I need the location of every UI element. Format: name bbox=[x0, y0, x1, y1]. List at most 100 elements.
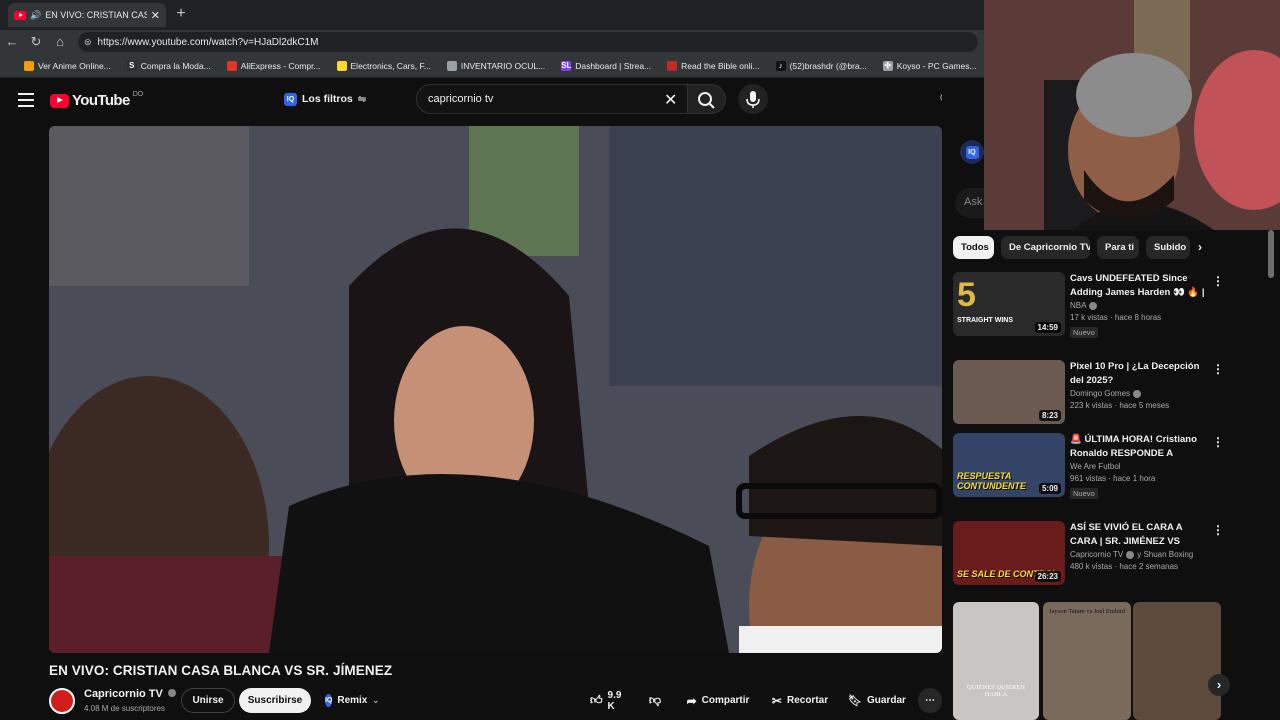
share-label: Compartir bbox=[701, 695, 750, 706]
bookmark-label: Compra la Moda... bbox=[140, 60, 211, 71]
channel-name[interactable]: Capricornio TV bbox=[84, 688, 176, 700]
filters-label: Los filtros bbox=[302, 93, 353, 105]
recommendation-item[interactable]: 5 STRAIGHT WINS 14:59 Cavs UNDEFEATED Since… bbox=[953, 272, 1253, 346]
video-title[interactable]: ASÍ SE VIVIÓ EL CARA A CARA | SR. JIMÉNE… bbox=[1070, 521, 1210, 548]
speaker-icon[interactable]: 🔊 bbox=[30, 10, 41, 21]
share-button[interactable]: ➦ Compartir bbox=[678, 688, 758, 713]
search-input[interactable]: capricornio tv bbox=[416, 84, 688, 114]
verified-icon bbox=[1089, 301, 1098, 310]
video-title[interactable]: 🚨 ÚLTIMA HORA! Cristiano Ronaldo RESPOND… bbox=[1070, 433, 1210, 460]
search-button[interactable] bbox=[688, 84, 726, 114]
chip-0[interactable]: Todos bbox=[953, 236, 994, 259]
country-code: DO bbox=[132, 91, 144, 98]
save-button[interactable]: 🔖︎ Guardar bbox=[842, 688, 912, 713]
video-thumbnail[interactable]: 8:23 bbox=[953, 360, 1065, 424]
channel-name: We Are Futbol bbox=[1070, 462, 1121, 471]
channel-line[interactable]: We Are Futbol bbox=[1070, 462, 1210, 471]
more-options-icon[interactable]: ⋮ bbox=[1212, 435, 1224, 449]
remix-button[interactable]: IQ Remix ⌄ bbox=[317, 688, 387, 713]
bookmark-item[interactable]: ♪ (52)brashdr (@bra... bbox=[775, 60, 867, 71]
channel-line[interactable]: NBA bbox=[1070, 301, 1210, 310]
video-stats: 961 vistas · hace 1 hora bbox=[1070, 474, 1156, 483]
bookmark-item[interactable]: Ver Anime Online... bbox=[24, 60, 111, 71]
filters-button[interactable]: IQ Los filtros ⇋ bbox=[284, 88, 366, 110]
iq-extension-icon: IQ bbox=[284, 92, 297, 106]
clip-label: Recortar bbox=[786, 695, 829, 706]
short-thumbnail[interactable] bbox=[1133, 602, 1221, 720]
video-thumbnail[interactable]: 5 STRAIGHT WINS 14:59 bbox=[953, 272, 1065, 336]
url-text: https://www.youtube.com/watch?v=HJaDl2dk… bbox=[97, 36, 319, 48]
iq-remix-icon: IQ bbox=[324, 694, 333, 707]
channel-name: NBA bbox=[1070, 301, 1087, 310]
video-title[interactable]: Cavs UNDEFEATED Since Adding James Harde… bbox=[1070, 272, 1210, 299]
short-thumbnail[interactable]: QUIENES QUIEREN HABLA bbox=[953, 602, 1039, 720]
chip-1[interactable]: De Capricornio TV bbox=[1001, 236, 1090, 259]
bookmark-item[interactable]: INVENTARIO OCUL... bbox=[446, 60, 545, 71]
bookmark-item[interactable]: Read the Bible onli... bbox=[667, 60, 760, 71]
channel-line[interactable]: Domingo Gomes bbox=[1070, 389, 1210, 398]
join-label: Unirse bbox=[192, 695, 224, 706]
more-actions-button[interactable]: ⋯ bbox=[918, 688, 942, 713]
ask-iq-button[interactable]: IQ bbox=[960, 140, 984, 164]
youtube-logo[interactable]: YouTube DO bbox=[50, 91, 144, 109]
video-thumbnail[interactable]: RESPUESTA CONTUNDENTE 5:09 bbox=[953, 433, 1065, 497]
bookmark-label: Dashboard | Strea... bbox=[575, 60, 652, 71]
webcam-feed bbox=[984, 0, 1280, 230]
scissors-icon: ✂ bbox=[771, 693, 782, 708]
subscribe-button[interactable]: Suscribirse bbox=[239, 688, 311, 713]
home-icon[interactable]: ⌂ bbox=[52, 34, 68, 50]
dislike-button[interactable]: 👎︎ bbox=[640, 688, 670, 713]
join-button[interactable]: Unirse bbox=[181, 688, 235, 713]
subscribe-label: Suscribirse bbox=[247, 695, 303, 706]
scrollbar-thumb[interactable] bbox=[1268, 230, 1274, 278]
search-icon bbox=[698, 92, 715, 109]
channel-line[interactable]: Capricornio TV y Shuan Boxing bbox=[1070, 550, 1210, 559]
more-options-icon[interactable]: ⋮ bbox=[1212, 523, 1224, 537]
recommendation-item[interactable]: SE SALE DE CONTROL 26:23 ASÍ SE VIVIÓ EL C… bbox=[953, 521, 1253, 595]
recommendation-item[interactable]: RESPUESTA CONTUNDENTE 5:09 🚨 ÚLTIMA HORA! … bbox=[953, 433, 1253, 507]
address-bar[interactable]: ⊜ https://www.youtube.com/watch?v=HJaDl2… bbox=[78, 32, 978, 52]
like-button[interactable]: 👍︎ 9.9 K bbox=[580, 688, 640, 713]
bookmark-label: Electronics, Cars, F... bbox=[350, 60, 431, 71]
video-thumbnail[interactable]: SE SALE DE CONTROL 26:23 bbox=[953, 521, 1065, 585]
shorts-next-button[interactable]: › bbox=[1208, 674, 1230, 696]
reload-icon[interactable]: ↻ bbox=[28, 34, 44, 50]
video-meta: Cavs UNDEFEATED Since Adding James Harde… bbox=[1070, 272, 1210, 340]
channel-avatar[interactable] bbox=[49, 688, 75, 714]
bookmark-item[interactable]: AliExpress - Compr... bbox=[226, 60, 321, 71]
bookmark-icon: 🔖︎ bbox=[848, 695, 863, 707]
chip-3[interactable]: Subido bbox=[1146, 236, 1190, 259]
voice-search-button[interactable] bbox=[738, 84, 768, 114]
recommendation-item[interactable]: 8:23 Pixel 10 Pro | ¿La Decepción del 202… bbox=[953, 360, 1253, 434]
short-caption: QUIENES QUIEREN HABLA bbox=[967, 684, 1025, 698]
chip-2[interactable]: Para ti bbox=[1097, 236, 1139, 259]
video-title[interactable]: Pixel 10 Pro | ¿La Decepción del 2025? bbox=[1070, 360, 1210, 387]
video-player[interactable] bbox=[49, 126, 942, 653]
bookmark-item[interactable]: ✣ Koyso - PC Games... bbox=[882, 60, 977, 71]
close-tab-icon[interactable]: ✕ bbox=[151, 9, 160, 22]
chips-next-icon[interactable]: › bbox=[1198, 240, 1202, 254]
clear-search-icon[interactable]: ✕ bbox=[664, 90, 677, 110]
bookmark-item[interactable]: Electronics, Cars, F... bbox=[336, 60, 431, 71]
thumbs-down-icon: 👎︎ bbox=[648, 693, 662, 707]
site-info-icon[interactable]: ⊜ bbox=[84, 37, 92, 48]
more-options-icon[interactable]: ⋮ bbox=[1212, 362, 1224, 376]
video-duration: 14:59 bbox=[1034, 322, 1061, 333]
bookmark-item[interactable]: SL Dashboard | Strea... bbox=[561, 60, 652, 71]
new-tab-button[interactable]: + bbox=[172, 5, 190, 23]
bookmark-favicon-icon bbox=[226, 60, 237, 71]
more-options-icon[interactable]: ⋮ bbox=[1212, 274, 1224, 288]
short-thumbnail[interactable]: Jayson Tatum vs Joel Embiid bbox=[1043, 602, 1131, 720]
bookmark-item[interactable]: S Compra la Moda... bbox=[126, 60, 211, 71]
remix-label: Remix bbox=[337, 695, 368, 706]
share-icon: ➦ bbox=[686, 693, 697, 708]
bookmark-favicon-icon: ✣ bbox=[882, 60, 893, 71]
browser-tab[interactable]: 🔊 EN VIVO: CRISTIAN CASA BLA ✕ bbox=[8, 3, 166, 27]
channel-name-text: Capricornio TV bbox=[84, 688, 163, 700]
clip-button[interactable]: ✂ Recortar bbox=[764, 688, 836, 713]
video-meta: 🚨 ÚLTIMA HORA! Cristiano Ronaldo RESPOND… bbox=[1070, 433, 1210, 501]
hamburger-menu-icon[interactable] bbox=[18, 93, 34, 107]
bookmarks-bar: Ver Anime Online... S Compra la Moda... Ali… bbox=[0, 54, 984, 78]
back-icon[interactable]: ← bbox=[4, 34, 20, 50]
youtube-header: YouTube DO IQ Los filtros ⇋ capricornio … bbox=[0, 78, 984, 122]
